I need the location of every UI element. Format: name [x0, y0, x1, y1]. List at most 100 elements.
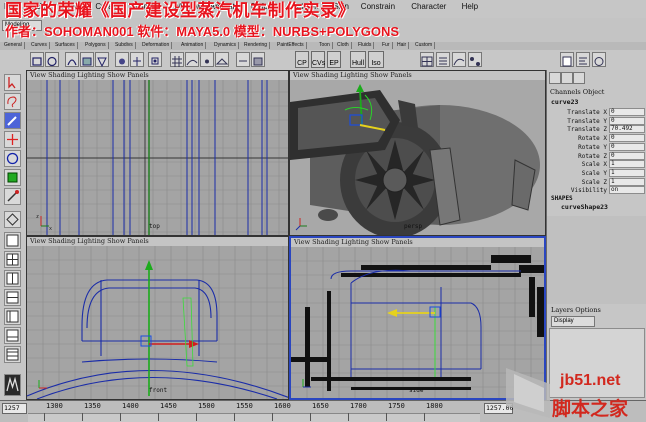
shelf-tab[interactable]: Fur — [380, 42, 393, 49]
menu-item[interactable]: Help — [462, 2, 478, 11]
viewport-front-menu[interactable]: View Shading Lighting Show Panels — [27, 237, 288, 246]
shelf-tab[interactable]: Cloth — [335, 42, 352, 49]
select-joint-icon[interactable] — [115, 52, 129, 67]
time-tick-label: 1400 — [122, 402, 139, 410]
viewport-top-menu[interactable]: View Shading Lighting Show Panels — [27, 71, 288, 80]
channel-attribute-value[interactable]: on — [609, 186, 645, 195]
shelf-tab[interactable]: Surfaces — [53, 42, 78, 49]
attribute-editor-icon[interactable] — [576, 52, 590, 67]
layout-single-icon[interactable] — [4, 232, 21, 249]
graph-editor-icon[interactable] — [452, 52, 466, 67]
shelf-tab[interactable]: Polygons — [83, 42, 109, 49]
paint-select-tool-icon[interactable] — [4, 112, 21, 129]
outliner-icon[interactable] — [436, 52, 450, 67]
manipulator-tool-icon[interactable] — [4, 188, 21, 205]
channel-attribute-value[interactable]: 1 — [609, 168, 645, 177]
channel-box-toggle-icon[interactable] — [560, 52, 574, 67]
ep-button[interactable]: EP — [327, 51, 341, 68]
shelf-tab[interactable]: Animation — [179, 42, 207, 49]
cvs-button[interactable]: CVs — [311, 51, 325, 68]
layer-mode-dropdown[interactable]: Display — [551, 316, 595, 327]
render-icon[interactable] — [251, 52, 265, 67]
channel-attribute-name[interactable]: Translate Z — [567, 125, 607, 134]
rotate-tool-icon[interactable] — [4, 150, 21, 167]
time-tick-mark — [272, 413, 273, 421]
viewport-top[interactable]: View Shading Lighting Show Panels zx top — [26, 70, 289, 236]
select-object-icon[interactable] — [30, 52, 44, 67]
cp-button[interactable]: CP — [295, 51, 309, 68]
channel-attribute-value[interactable]: 1 — [609, 177, 645, 186]
shelf-tab[interactable]: Hair — [395, 42, 410, 49]
snap-plane-icon[interactable] — [215, 52, 229, 67]
select-misc-icon[interactable] — [130, 52, 144, 67]
channel-attribute-name[interactable]: Translate Y — [567, 117, 607, 126]
menu-item[interactable]: Constrain — [361, 2, 395, 11]
history-icon[interactable] — [236, 52, 250, 67]
move-tool-icon[interactable] — [4, 131, 21, 148]
snap-point-icon[interactable] — [200, 52, 214, 67]
scale-tool-icon[interactable] — [4, 169, 21, 186]
shelf-tab[interactable]: Subdivs — [113, 42, 136, 49]
channel-box-tab-1[interactable] — [549, 72, 561, 84]
select-component-icon[interactable] — [45, 52, 59, 67]
panel-layout-icon[interactable] — [420, 52, 434, 67]
channel-box-header[interactable]: Channels Object — [550, 88, 604, 96]
iso-button[interactable]: Iso — [368, 51, 384, 68]
channel-attribute-name[interactable]: Visibility — [571, 186, 607, 195]
viewport-side-menu[interactable]: View Shading Lighting Show Panels — [291, 238, 544, 247]
layout-side-icon[interactable] — [4, 270, 21, 287]
menu-item[interactable]: Character — [411, 2, 446, 11]
viewport-persp[interactable]: View Shading Lighting Show Panels persp — [289, 70, 546, 236]
channel-attribute-row: Scale Y1 — [547, 168, 646, 178]
snap-grid-icon[interactable] — [170, 52, 184, 67]
channel-attribute-value[interactable]: 0 — [609, 142, 645, 151]
shelf-tab[interactable]: General — [2, 42, 25, 49]
channel-box: Channels Object curve23 SHAPES curveShap… — [546, 70, 646, 400]
layout-four-icon[interactable] — [4, 251, 21, 268]
channel-attribute-value[interactable]: 0 — [609, 134, 645, 143]
channel-box-tabs — [549, 72, 645, 84]
shelf-tab[interactable]: Deformation — [140, 42, 173, 49]
select-deformer-icon[interactable] — [95, 52, 109, 68]
channel-attribute-value[interactable]: 70.492 — [609, 125, 645, 134]
time-tick-label: 1650 — [312, 402, 329, 410]
snap-curve-icon[interactable] — [185, 52, 199, 67]
shelf-tab[interactable]: Toon — [317, 42, 333, 49]
layout-stack-icon[interactable] — [4, 289, 21, 306]
last-tool-icon[interactable] — [4, 211, 21, 228]
channel-attribute-value[interactable]: 0 — [609, 108, 645, 116]
select-handle-icon[interactable] — [148, 52, 162, 67]
channel-attribute-name[interactable]: Rotate Y — [578, 143, 607, 152]
layout-graph-icon[interactable] — [4, 327, 21, 344]
channel-attribute-value[interactable]: 0 — [609, 116, 645, 125]
channel-attribute-name[interactable]: Scale Z — [582, 178, 607, 187]
channel-box-tab-2[interactable] — [561, 72, 573, 84]
layout-hypershade-icon[interactable] — [4, 346, 21, 363]
channel-box-tab-3[interactable] — [573, 72, 585, 84]
shelf-tab[interactable]: Dynamics — [212, 42, 239, 49]
shelf-tab[interactable]: Fluids — [356, 42, 375, 49]
hull-button[interactable]: Hull — [350, 51, 366, 68]
shelf-tab[interactable]: Curves — [29, 42, 50, 49]
lasso-tool-icon[interactable] — [4, 93, 21, 110]
channel-attribute-name[interactable]: Scale Y — [582, 169, 607, 178]
channel-attribute-value[interactable]: 1 — [609, 160, 645, 169]
tool-settings-icon[interactable] — [592, 52, 606, 67]
channel-attribute-name[interactable]: Translate X — [567, 108, 607, 117]
select-surface-icon[interactable] — [80, 52, 94, 67]
select-curve-icon[interactable] — [65, 52, 79, 67]
channel-attribute-name[interactable]: Scale X — [582, 160, 607, 169]
shelf-tab[interactable]: Rendering — [242, 42, 271, 49]
channel-attribute-value[interactable]: 0 — [609, 151, 645, 160]
channel-attribute-name[interactable]: Rotate X — [578, 134, 607, 143]
shelf-tab[interactable]: Custom — [413, 42, 436, 49]
hypergraph-icon[interactable] — [468, 52, 482, 67]
viewport-persp-menu[interactable]: View Shading Lighting Show Panels — [290, 71, 545, 80]
shelf-tab[interactable]: PaintEffects — [275, 42, 307, 49]
layout-outliner-icon[interactable] — [4, 308, 21, 325]
select-tool-icon[interactable] — [4, 74, 21, 91]
viewport-front[interactable]: View Shading Lighting Show Panels front — [26, 236, 289, 400]
time-start-field[interactable]: 1257 — [2, 403, 27, 414]
layers-header[interactable]: Layers Options — [551, 306, 601, 314]
channel-attribute-name[interactable]: Rotate Z — [578, 152, 607, 161]
